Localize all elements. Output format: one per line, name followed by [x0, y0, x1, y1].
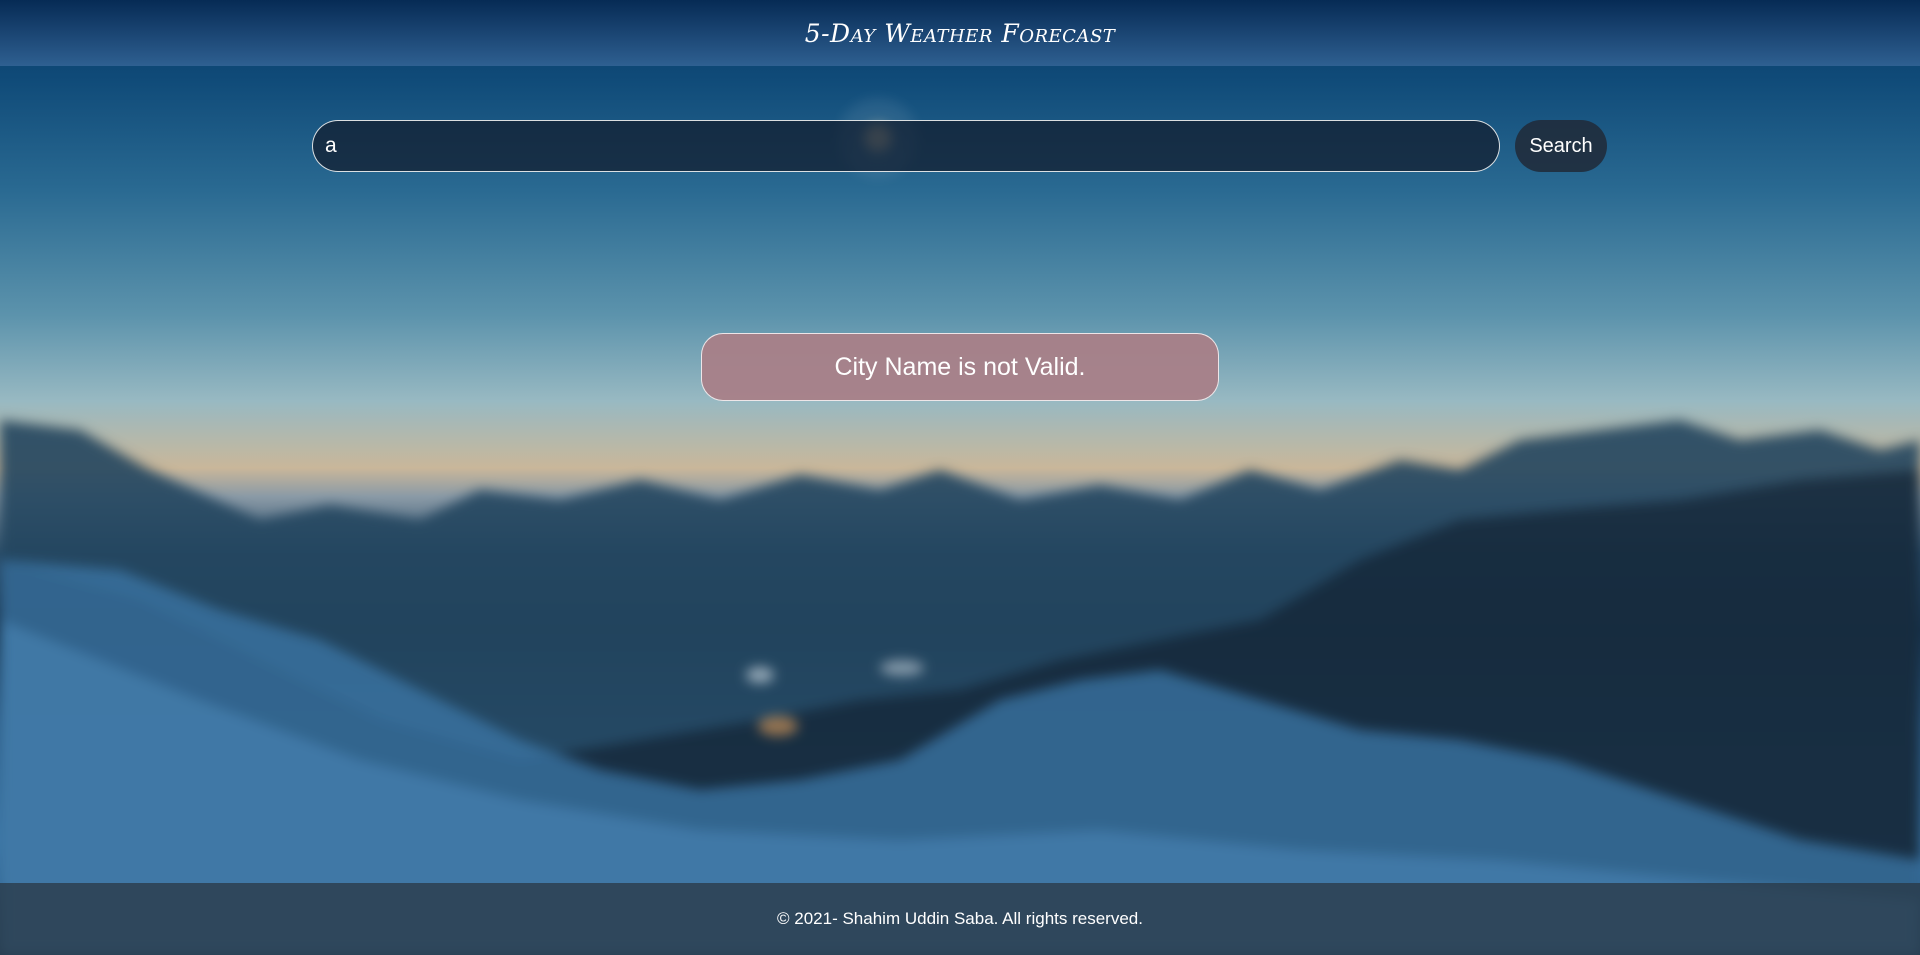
- app-title: 5-Day Weather Forecast: [804, 18, 1116, 48]
- search-bar: Search: [312, 120, 1608, 172]
- weather-app-page: 5-Day Weather Forecast Search City Name …: [0, 0, 1920, 955]
- app-header: 5-Day Weather Forecast: [0, 0, 1920, 66]
- search-button[interactable]: Search: [1515, 120, 1607, 172]
- copyright-text: © 2021- Shahim Uddin Saba. All rights re…: [777, 909, 1143, 928]
- page-footer: © 2021- Shahim Uddin Saba. All rights re…: [0, 883, 1920, 955]
- city-search-input[interactable]: [312, 120, 1500, 172]
- error-message-box: City Name is not Valid.: [701, 333, 1219, 401]
- error-message-text: City Name is not Valid.: [834, 352, 1086, 381]
